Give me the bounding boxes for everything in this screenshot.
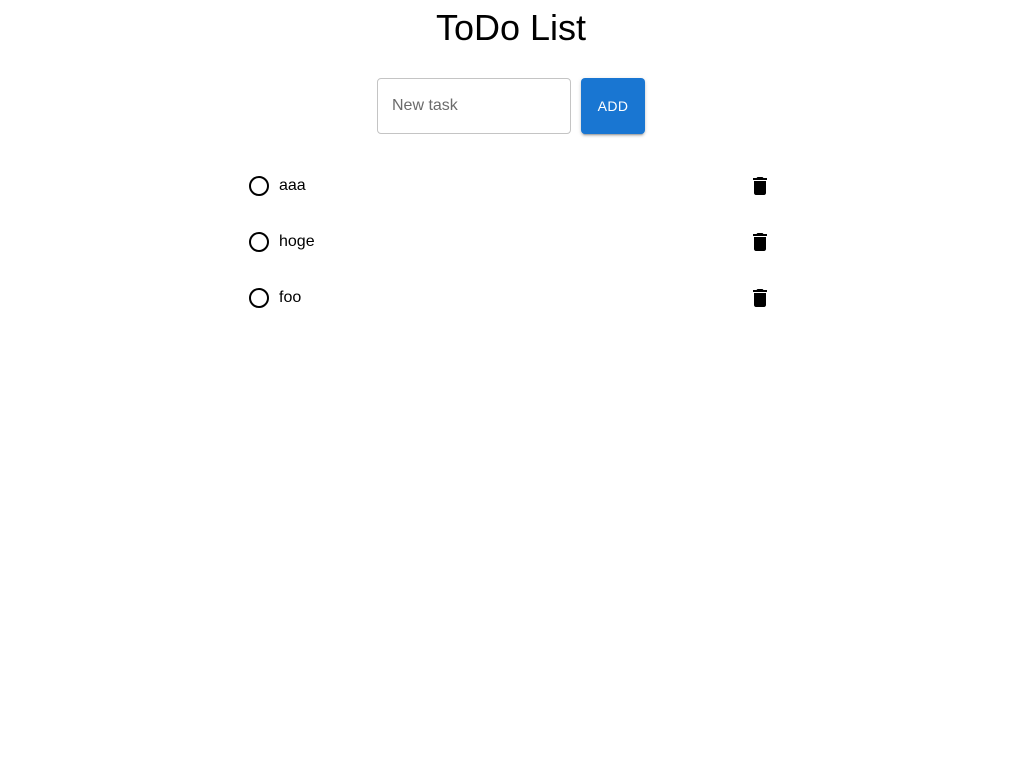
todo-item: aaa [240, 158, 780, 214]
trash-icon[interactable] [748, 230, 772, 254]
radio-unchecked-icon[interactable] [249, 232, 269, 252]
trash-icon[interactable] [748, 174, 772, 198]
todo-list: aaa hoge foo [240, 158, 780, 326]
new-task-form: ADD [377, 78, 645, 134]
new-task-input[interactable] [377, 78, 571, 134]
todo-item-text: aaa [279, 177, 306, 194]
page-title: ToDo List [435, 7, 587, 48]
todo-item: foo [240, 270, 780, 326]
radio-unchecked-icon[interactable] [249, 176, 269, 196]
trash-icon[interactable] [748, 286, 772, 310]
radio-unchecked-icon[interactable] [249, 288, 269, 308]
add-button[interactable]: ADD [581, 78, 645, 134]
todo-item-text: hoge [279, 233, 315, 250]
todo-item-text: foo [279, 289, 302, 306]
todo-item: hoge [240, 214, 780, 270]
